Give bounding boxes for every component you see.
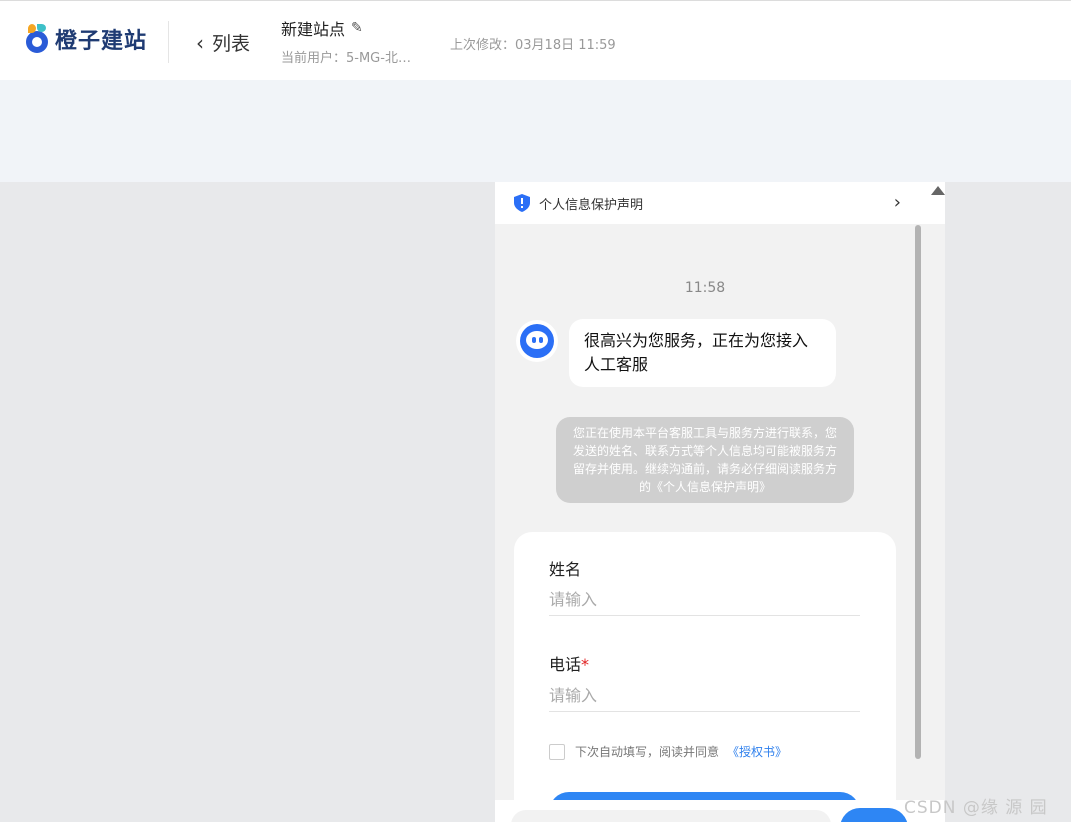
contact-form: 姓名 电话* 下次自动填写，阅读并同意 《授权书》	[514, 532, 896, 822]
logo[interactable]: 橙子建站	[25, 23, 147, 55]
privacy-notice-text: 个人信息保护声明	[539, 197, 644, 213]
shield-icon	[514, 194, 530, 212]
bot-avatar	[516, 320, 558, 362]
scroll-up-arrow-icon[interactable]	[931, 186, 945, 195]
phone-label: 电话*	[549, 651, 589, 675]
last-modified: 上次修改：03月18日 11:59	[450, 38, 616, 53]
system-notice-message: 您正在使用本平台客服工具与服务方进行联系，您发送的姓名、联系方式等个人信息均可能…	[556, 417, 854, 503]
chat-panel: 个人信息保护声明 › 11:58 很高兴为您服务，正在为您接入人工客服 您正在使…	[495, 182, 945, 822]
required-mark: *	[581, 655, 590, 674]
auto-fill-agreement: 下次自动填写，阅读并同意 《授权书》	[549, 743, 787, 760]
privacy-notice-bar[interactable]: 个人信息保护声明 ›	[495, 182, 945, 224]
orange-logo-icon	[25, 24, 51, 54]
bot-message-bubble: 很高兴为您服务，正在为您接入人工客服	[569, 319, 836, 387]
chevron-left-icon: ‹	[196, 30, 204, 55]
site-title-text: 新建站点	[281, 20, 346, 39]
phone-label-text: 电话	[549, 655, 582, 674]
edit-pencil-icon[interactable]: ✎	[351, 20, 363, 36]
back-to-list-button[interactable]: ‹ 列表	[196, 29, 250, 56]
agree-checkbox[interactable]	[549, 743, 565, 760]
current-user: 当前用户：5-MG-北…	[281, 51, 411, 66]
logo-text: 橙子建站	[55, 29, 148, 54]
authorization-link[interactable]: 《授权书》	[727, 743, 787, 760]
scrollbar-thumb[interactable]	[915, 225, 921, 759]
header-divider	[168, 21, 169, 63]
canvas-band	[0, 80, 1071, 182]
message-timestamp: 11:58	[684, 280, 726, 296]
send-button[interactable]	[840, 808, 908, 822]
chat-input[interactable]	[511, 810, 831, 822]
agree-text: 下次自动填写，阅读并同意	[575, 745, 720, 759]
phone-input[interactable]	[549, 680, 860, 712]
top-bar: 橙子建站 ‹ 列表 新建站点 ✎ 当前用户：5-MG-北… 上次修改：03月18…	[0, 0, 1071, 80]
chevron-right-icon: ›	[893, 192, 901, 213]
site-title: 新建站点 ✎	[281, 16, 363, 40]
back-label: 列表	[212, 33, 251, 55]
name-label: 姓名	[549, 560, 582, 579]
watermark: CSDN @缘 源 园	[904, 798, 1048, 818]
name-input[interactable]	[549, 584, 860, 616]
